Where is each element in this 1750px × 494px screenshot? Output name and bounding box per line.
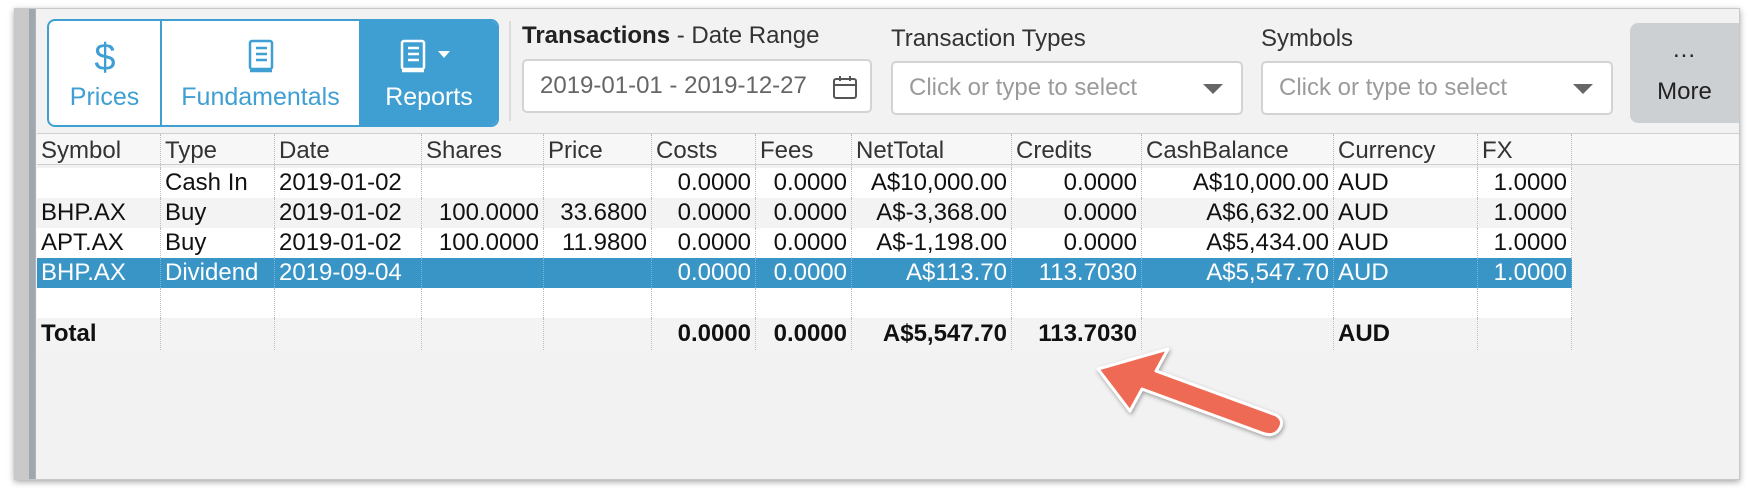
column-header[interactable]: Price: [544, 134, 652, 168]
fundamentals-button[interactable]: Fundamentals: [162, 21, 361, 125]
annotation-arrow-icon: [1096, 347, 1283, 437]
symbols-select[interactable]: Click or type to select: [1261, 61, 1613, 115]
app-window: $ Prices Fundamentals Reports Transactio…: [14, 8, 1740, 480]
column-header[interactable]: Credits: [1012, 134, 1142, 168]
left-edge-bar: [15, 9, 36, 479]
reports-label: Reports: [385, 82, 473, 111]
prices-label: Prices: [69, 82, 140, 111]
transaction-types-label: Transaction Types: [891, 25, 1086, 52]
book-icon: [246, 35, 276, 79]
date-range-input[interactable]: 2019-01-01 - 2019-12-27: [522, 59, 872, 113]
prices-button[interactable]: $ Prices: [49, 21, 162, 125]
more-button[interactable]: ... More: [1630, 23, 1739, 123]
table-row[interactable]: Cash In 2019-01-02 0.0000 0.0000 A$10,00…: [37, 168, 1572, 198]
fundamentals-label: Fundamentals: [181, 82, 340, 111]
column-header[interactable]: Costs: [652, 134, 756, 168]
column-header[interactable]: NetTotal: [852, 134, 1012, 168]
table-row-empty[interactable]: [37, 288, 1572, 318]
toolbar-divider: [509, 21, 511, 121]
book-icon: [398, 35, 460, 79]
column-header[interactable]: FX: [1478, 134, 1572, 168]
more-dots-icon: ...: [1672, 36, 1696, 63]
transaction-types-select[interactable]: Click or type to select: [891, 61, 1243, 115]
column-header[interactable]: Type: [161, 134, 275, 168]
calendar-icon[interactable]: [832, 74, 858, 107]
view-button-group: $ Prices Fundamentals Reports: [47, 19, 499, 127]
column-header[interactable]: Fees: [756, 134, 852, 168]
reports-button[interactable]: Reports: [361, 21, 497, 125]
column-header[interactable]: Currency: [1334, 134, 1478, 168]
table-row-selected[interactable]: BHP.AX Dividend 2019-09-04 0.0000 0.0000…: [37, 258, 1572, 288]
column-header[interactable]: Date: [275, 134, 422, 168]
svg-text:$: $: [94, 37, 115, 77]
table-row[interactable]: BHP.AX Buy 2019-01-02 100.0000 33.6800 0…: [37, 198, 1572, 228]
table-row[interactable]: APT.AX Buy 2019-01-02 100.0000 11.9800 0…: [37, 228, 1572, 258]
chevron-down-icon: [1203, 84, 1223, 94]
table-header: Symbol Type Date Shares Price Costs Fees…: [37, 133, 1739, 168]
date-range-label: Transactions - Date Range: [522, 22, 820, 49]
symbols-label: Symbols: [1261, 25, 1354, 52]
chevron-down-icon: [1573, 84, 1593, 94]
transactions-grid: Symbol Type Date Shares Price Costs Fees…: [37, 133, 1739, 479]
more-label: More: [1657, 78, 1712, 105]
dollar-icon: $: [90, 35, 120, 79]
column-header[interactable]: CashBalance: [1142, 134, 1334, 168]
column-header[interactable]: Symbol: [37, 134, 161, 168]
column-header[interactable]: Shares: [422, 134, 544, 168]
